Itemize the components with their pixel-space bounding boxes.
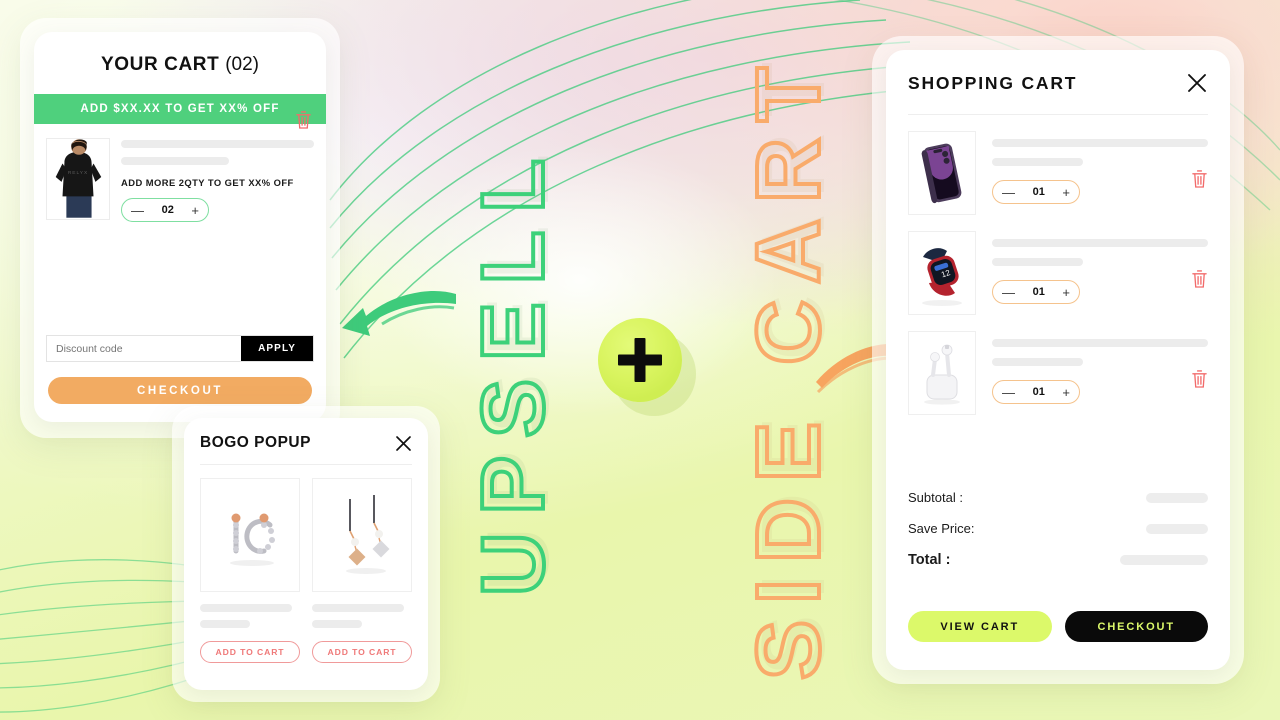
bogo-product-grid: ADD TO CART ADD TO CART <box>200 465 412 663</box>
total-label: Total : <box>908 552 951 568</box>
promo-graphic-canvas: UPSELL SIDE CART YOUR CART (02) ADD $XX.… <box>0 0 1280 720</box>
increment-button[interactable]: + <box>191 204 199 217</box>
shopping-cart-line-item: — 01 + <box>908 115 1208 215</box>
your-cart-item-promo: ADD MORE 2QTY TO GET XX% OFF <box>121 177 294 188</box>
shopping-cart-panel: SHOPPING CART — 01 + 12 — 01 + — 01 + Su… <box>886 50 1230 670</box>
bogo-title-placeholder <box>312 604 404 612</box>
view-cart-button[interactable]: VIEW CART <box>908 611 1052 642</box>
cart-item-thumbnail[interactable]: 12 <box>908 231 976 315</box>
shopping-cart-checkout-button[interactable]: CHECKOUT <box>1064 611 1208 642</box>
your-cart-count: (02) <box>225 54 260 75</box>
cart-item-thumbnail[interactable] <box>908 131 976 215</box>
decrement-button[interactable]: — <box>131 204 144 217</box>
close-icon[interactable] <box>1186 72 1208 94</box>
subtotal-label: Subtotal : <box>908 490 963 505</box>
cart-totals: Subtotal : Save Price: Total : <box>908 490 1208 584</box>
shopping-cart-line-item: — 01 + <box>908 315 1208 415</box>
plus-icon <box>598 318 682 402</box>
increment-button[interactable]: + <box>1062 386 1070 399</box>
cart-item-details: — 01 + <box>992 131 1208 204</box>
quantity-value: 01 <box>1032 386 1045 398</box>
cart-quantity-stepper[interactable]: — 01 + <box>992 180 1080 204</box>
save-price-label: Save Price: <box>908 521 975 536</box>
discount-code-row[interactable]: APPLY <box>46 335 314 362</box>
bogo-product-card: ADD TO CART <box>312 478 412 663</box>
total-row: Total : <box>908 552 1208 568</box>
bogo-price-placeholder <box>312 620 362 628</box>
your-cart-title-text: YOUR CART <box>100 54 220 75</box>
svg-text:RELYX: RELYX <box>68 170 88 176</box>
bogo-product-image[interactable] <box>312 478 412 592</box>
earbuds-image <box>911 335 973 411</box>
your-cart-panel: YOUR CART (02) ADD $XX.XX TO GET XX% OFF… <box>34 32 326 422</box>
shopping-cart-header: SHOPPING CART <box>908 50 1208 114</box>
cart-quantity-stepper[interactable]: — 01 + <box>992 280 1080 304</box>
trash-icon[interactable] <box>295 110 312 129</box>
your-cart-quantity-stepper[interactable]: — 02 + <box>121 198 209 222</box>
bogo-price-placeholder <box>200 620 250 628</box>
save-price-row: Save Price: <box>908 521 1208 536</box>
your-cart-line-item: RELYX ADD MORE 2QTY TO GET XX% OFF — 02 … <box>34 111 326 222</box>
your-cart-item-thumbnail[interactable]: RELYX <box>46 138 110 220</box>
save-price-value-placeholder <box>1146 523 1208 534</box>
iphone-image <box>912 135 972 211</box>
your-cart-checkout-button[interactable]: CHECKOUT <box>48 377 312 404</box>
bogo-popup-header: BOGO POPUP <box>200 418 412 464</box>
shopping-cart-title: SHOPPING CART <box>908 72 1078 93</box>
bogo-popup-title: BOGO POPUP <box>200 434 311 451</box>
item-title-placeholder <box>992 239 1208 247</box>
smartwatch-image: 12 <box>911 235 973 311</box>
add-to-cart-button[interactable]: ADD TO CART <box>200 641 300 663</box>
item-price-placeholder <box>121 157 230 165</box>
drop-earrings-image <box>314 485 410 585</box>
bogo-product-card: ADD TO CART <box>200 478 300 663</box>
close-icon[interactable] <box>395 435 412 452</box>
decrement-button[interactable]: — <box>1002 286 1015 299</box>
discount-code-input[interactable] <box>47 342 242 355</box>
increment-button[interactable]: + <box>1062 186 1070 199</box>
quantity-value: 01 <box>1032 286 1045 298</box>
trash-icon[interactable] <box>1191 269 1208 288</box>
your-cart-title: YOUR CART (02) <box>34 32 326 94</box>
item-title-placeholder <box>121 140 314 148</box>
quantity-value: 02 <box>161 204 174 216</box>
apply-discount-button[interactable]: APPLY <box>241 336 313 361</box>
tshirt-model-image: RELYX <box>47 139 109 218</box>
cart-item-details: — 01 + <box>992 231 1208 304</box>
item-price-placeholder <box>992 258 1083 266</box>
quantity-value: 01 <box>1032 186 1045 198</box>
subtotal-value-placeholder <box>1146 492 1208 503</box>
bogo-product-image[interactable] <box>200 478 300 592</box>
subtotal-row: Subtotal : <box>908 490 1208 505</box>
bogo-popup-panel: BOGO POPUP ADD TO CART ADD TO CART <box>184 418 428 690</box>
item-price-placeholder <box>992 158 1083 166</box>
decrement-button[interactable]: — <box>1002 186 1015 199</box>
trash-icon[interactable] <box>1191 369 1208 388</box>
your-cart-promo-banner: ADD $XX.XX TO GET XX% OFF <box>34 94 326 124</box>
trash-icon[interactable] <box>1191 169 1208 188</box>
shopping-cart-line-item: 12 — 01 + <box>908 215 1208 315</box>
total-value-placeholder <box>1120 555 1208 565</box>
increment-button[interactable]: + <box>1062 286 1070 299</box>
item-price-placeholder <box>992 358 1083 366</box>
decrement-button[interactable]: — <box>1002 386 1015 399</box>
cart-quantity-stepper[interactable]: — 01 + <box>992 380 1080 404</box>
cart-item-thumbnail[interactable] <box>908 331 976 415</box>
cart-action-buttons: VIEW CART CHECKOUT <box>908 611 1208 642</box>
item-title-placeholder <box>992 139 1208 147</box>
bogo-title-placeholder <box>200 604 292 612</box>
item-title-placeholder <box>992 339 1208 347</box>
cart-item-details: — 01 + <box>992 331 1208 404</box>
your-cart-item-details: ADD MORE 2QTY TO GET XX% OFF — 02 + <box>121 138 314 222</box>
add-to-cart-button[interactable]: ADD TO CART <box>312 641 412 663</box>
hoop-earrings-image <box>202 485 298 585</box>
